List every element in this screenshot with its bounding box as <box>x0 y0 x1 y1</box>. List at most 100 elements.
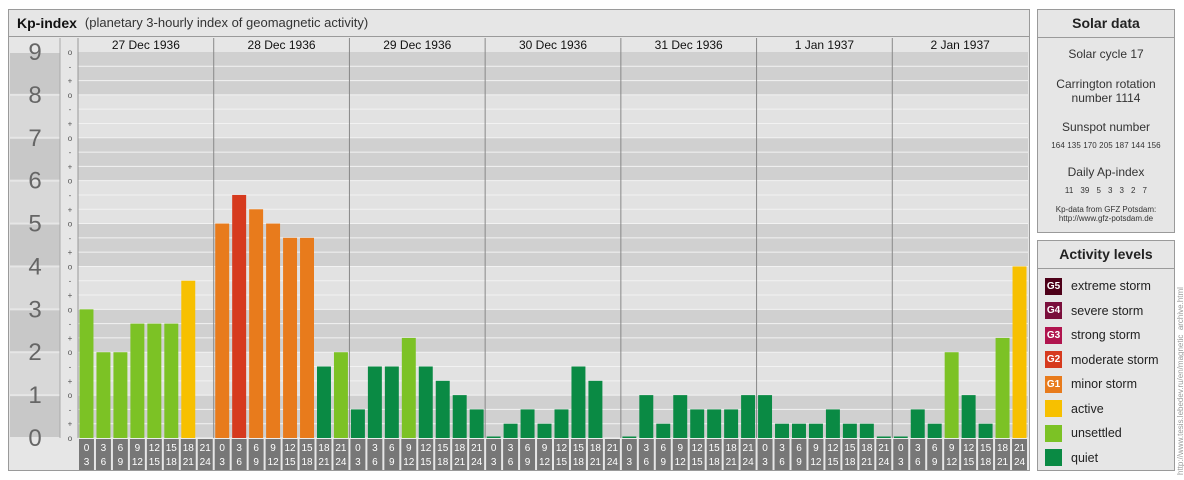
interval-end-label: 24 <box>1014 457 1026 468</box>
kp-bar <box>232 194 247 438</box>
interval-end-label: 15 <box>556 457 568 468</box>
kp-bar <box>893 436 908 438</box>
interval-start-label: 12 <box>149 443 161 454</box>
interval-start-label: 12 <box>420 443 432 454</box>
interval-start-label: 3 <box>508 443 514 454</box>
interval-end-label: 6 <box>372 457 378 468</box>
interval-end-label: 24 <box>743 457 755 468</box>
kp-bar <box>215 223 230 438</box>
interval-start-label: 3 <box>779 443 785 454</box>
minor-tick-label: - <box>69 234 72 243</box>
interval-start-label: 9 <box>135 443 141 454</box>
kp-bar <box>452 395 467 438</box>
interval-end-label: 12 <box>403 457 415 468</box>
interval-start-label: 18 <box>997 443 1009 454</box>
minor-tick-label: + <box>68 77 73 86</box>
interval-end-label: 18 <box>166 457 178 468</box>
kp-bar <box>978 423 993 438</box>
kp-bar <box>283 237 298 438</box>
minor-tick-label: + <box>68 248 73 257</box>
activity-level-label: extreme storm <box>1071 279 1151 294</box>
activity-level-label: unsettled <box>1071 426 1122 441</box>
interval-end-label: 18 <box>437 457 449 468</box>
sunspot-label: Sunspot number <box>1061 120 1151 134</box>
day-label: 31 Dec 1936 <box>655 38 723 52</box>
activity-level-label: severe storm <box>1071 303 1144 318</box>
day-label: 30 Dec 1936 <box>519 38 587 52</box>
interval-end-label: 12 <box>946 457 958 468</box>
interval-end-label: 3 <box>762 457 768 468</box>
activity-level-swatch: G4 <box>1045 302 1062 320</box>
kp-bar <box>537 423 552 438</box>
interval-start-label: 9 <box>542 443 548 454</box>
minor-tick-label: - <box>69 191 72 200</box>
interval-start-label: 9 <box>813 443 819 454</box>
interval-start-label: 21 <box>1014 443 1026 454</box>
interval-start-label: 15 <box>301 443 313 454</box>
data-source-label: Kp-data from GFZ Potsdam: <box>1055 205 1157 214</box>
interval-start-label: 18 <box>861 443 873 454</box>
minor-tick-label: o <box>68 348 73 357</box>
day-label: 1 Jan 1937 <box>795 38 855 52</box>
interval-start-label: 18 <box>318 443 330 454</box>
interval-start-label: 21 <box>878 443 890 454</box>
kp-band <box>78 52 1028 95</box>
kp-bar <box>876 436 891 438</box>
minor-tick-label: + <box>68 334 73 343</box>
activity-level-label: strong storm <box>1071 328 1141 343</box>
kp-bar <box>825 409 840 438</box>
interval-start-label: 0 <box>219 443 225 454</box>
interval-start-label: 21 <box>607 443 619 454</box>
minor-tick-label: o <box>68 177 73 186</box>
interval-start-label: 12 <box>963 443 975 454</box>
carrington-rotation: Carrington rotation number 1114 <box>1038 77 1174 105</box>
kp-bar <box>741 395 756 438</box>
minor-tick-label: - <box>69 277 72 286</box>
interval-end-label: 9 <box>525 457 531 468</box>
interval-end-label: 3 <box>84 457 90 468</box>
interval-end-label: 9 <box>932 457 938 468</box>
kp-bar <box>350 409 365 438</box>
interval-start-label: 18 <box>183 443 195 454</box>
day-label: 27 Dec 1936 <box>112 38 180 52</box>
minor-tick-label: + <box>68 162 73 171</box>
minor-tick-label: - <box>69 148 72 157</box>
kp-bar <box>249 209 264 438</box>
interval-start-label: 21 <box>335 443 347 454</box>
interval-start-label: 6 <box>796 443 802 454</box>
interval-end-label: 18 <box>301 457 313 468</box>
interval-start-label: 9 <box>270 443 276 454</box>
interval-start-label: 3 <box>372 443 378 454</box>
interval-end-label: 15 <box>963 457 975 468</box>
interval-end-label: 21 <box>454 457 466 468</box>
interval-end-label: 24 <box>607 457 619 468</box>
interval-start-label: 6 <box>118 443 124 454</box>
interval-end-label: 12 <box>539 457 551 468</box>
data-source-url[interactable]: http://www.gfz-potsdam.de <box>1038 214 1174 223</box>
kp-bar <box>486 436 501 438</box>
interval-start-label: 15 <box>573 443 585 454</box>
kp-bar <box>571 366 586 438</box>
kp-band <box>78 180 1028 224</box>
kp-bar <box>367 366 382 438</box>
kp-bar <box>79 309 94 438</box>
activity-level-label: moderate storm <box>1071 352 1159 367</box>
minor-tick-label: + <box>68 119 73 128</box>
interval-end-label: 3 <box>898 457 904 468</box>
source-credit[interactable]: http://www.tesis.lebedev.ru/en/magnetic_… <box>1176 287 1184 475</box>
day-label: 2 Jan 1937 <box>930 38 990 52</box>
carrington-label: Carrington rotation <box>1056 77 1156 91</box>
kp-bar <box>961 395 976 438</box>
kp-bar <box>707 409 722 438</box>
interval-end-label: 9 <box>118 457 124 468</box>
interval-end-label: 15 <box>284 457 296 468</box>
day-label: 29 Dec 1936 <box>383 38 451 52</box>
interval-start-label: 3 <box>915 443 921 454</box>
interval-end-label: 21 <box>318 457 330 468</box>
interval-end-label: 21 <box>997 457 1009 468</box>
interval-end-label: 15 <box>149 457 161 468</box>
minor-tick-label: o <box>68 434 73 443</box>
kp-bar <box>164 323 179 438</box>
kp-band <box>78 94 1028 138</box>
interval-start-label: 12 <box>556 443 568 454</box>
